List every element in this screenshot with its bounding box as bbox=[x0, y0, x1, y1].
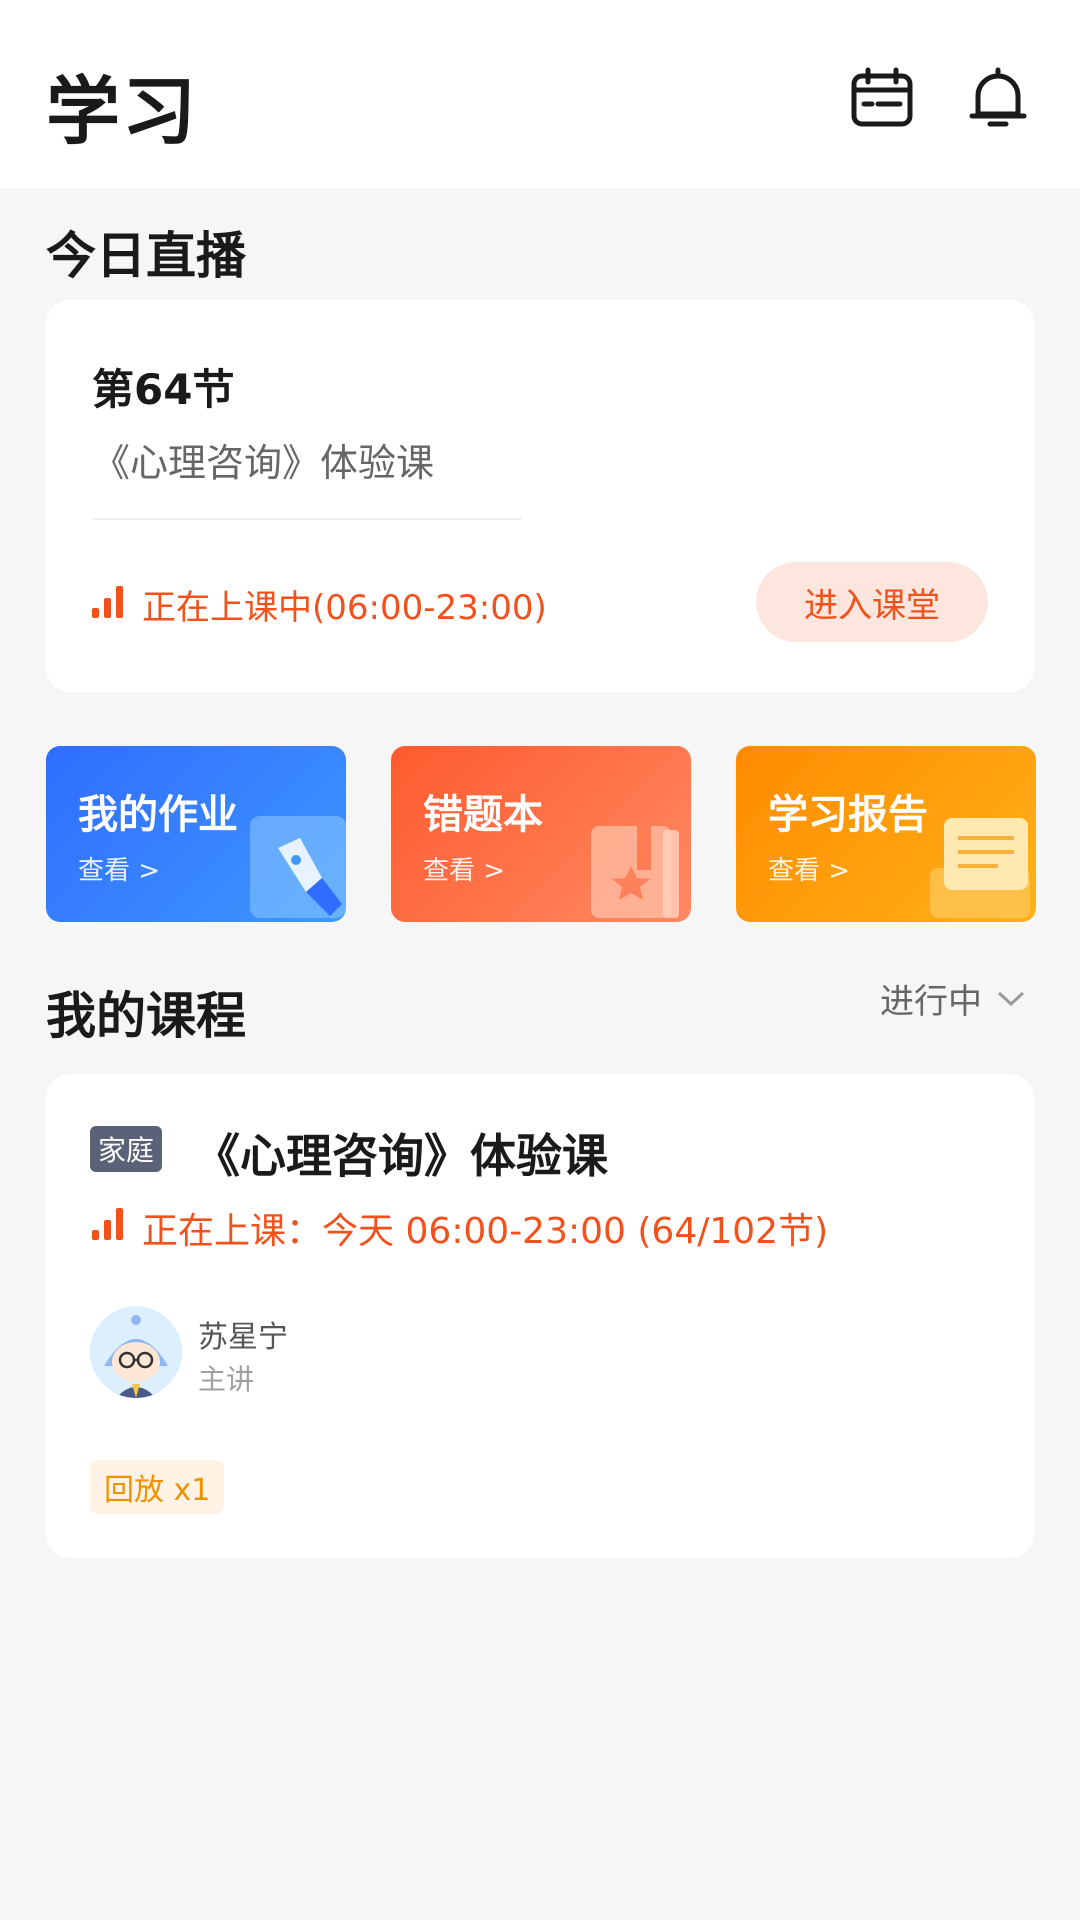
top-header: 学习 bbox=[0, 0, 1080, 188]
homework-view-link: 查看 > bbox=[78, 856, 161, 886]
course-status: 正在上课：今天 06:00-23:00 (64/102节) bbox=[142, 1211, 829, 1252]
courses-section-title: 我的课程 bbox=[46, 987, 246, 1045]
divider bbox=[92, 518, 522, 520]
course-status-filter[interactable]: 进行中 bbox=[880, 974, 1026, 1023]
live-section-title: 今日直播 bbox=[46, 227, 246, 285]
homework-tile[interactable]: 我的作业 查看 > bbox=[46, 746, 346, 922]
live-signal-icon bbox=[92, 586, 123, 618]
report-title: 学习报告 bbox=[768, 792, 928, 838]
bell-icon[interactable] bbox=[962, 62, 1034, 134]
course-card[interactable]: 家庭 《心理咨询》体验课 正在上课：今天 06:00-23:00 (64/102… bbox=[46, 1074, 1034, 1558]
notebook-icon bbox=[579, 806, 691, 922]
report-view-link: 查看 > bbox=[768, 856, 851, 886]
replay-badge[interactable]: 回放 x1 bbox=[90, 1460, 225, 1514]
enter-classroom-button[interactable]: 进入课堂 bbox=[756, 562, 988, 642]
report-icon bbox=[926, 808, 1036, 922]
lesson-course-name: 《心理咨询》体验课 bbox=[92, 441, 435, 485]
lesson-number: 第64节 bbox=[92, 365, 235, 414]
mistakes-view-link: 查看 > bbox=[423, 856, 506, 886]
live-lesson-card[interactable]: 第64节 《心理咨询》体验课 正在上课中(06:00-23:00) 进入课堂 bbox=[46, 300, 1034, 692]
teacher-name: 苏星宁 bbox=[198, 1320, 288, 1355]
mistakes-title: 错题本 bbox=[423, 792, 543, 838]
teacher-role: 主讲 bbox=[198, 1363, 255, 1396]
pen-icon bbox=[250, 808, 346, 922]
chevron-down-icon bbox=[997, 991, 1025, 1006]
live-status: 正在上课中(06:00-23:00) bbox=[142, 588, 547, 628]
mistakes-notebook-tile[interactable]: 错题本 查看 > bbox=[391, 746, 691, 922]
course-title: 《心理咨询》体验课 bbox=[194, 1129, 608, 1183]
category-tag: 家庭 bbox=[90, 1126, 163, 1172]
filter-label: 进行中 bbox=[880, 982, 982, 1022]
study-report-tile[interactable]: 学习报告 查看 > bbox=[736, 746, 1036, 922]
homework-title: 我的作业 bbox=[78, 792, 238, 838]
live-signal-icon bbox=[92, 1208, 123, 1240]
teacher-avatar bbox=[90, 1306, 182, 1398]
page-title: 学习 bbox=[46, 69, 198, 155]
calendar-icon[interactable] bbox=[846, 62, 918, 134]
